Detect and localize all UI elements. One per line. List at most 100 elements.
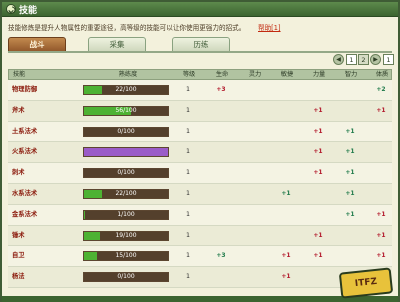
col-strength: 力量 [312,71,326,78]
intro-text: 技能修炼是提升人物属性的重要途径，高等级的技能可以让你使用更强力的招式。 [8,24,246,32]
skill-level: 1 [185,273,190,281]
skill-name: 刺术 [12,169,25,177]
bonus-str: +1 [313,106,323,114]
proficiency-bar: 0/100 [83,272,169,283]
skill-level: 1 [185,252,190,260]
table-row[interactable]: 锤术 19/100 1 +1 +1 [8,225,392,247]
bonus-sta: +1 [376,210,386,218]
bonus-int: +1 [345,148,355,156]
proficiency-text: 1/100 [117,210,135,218]
bonus-agi: +1 [281,252,291,260]
table-row[interactable]: 土系法术 0/100 1 +1 +1 [8,121,392,143]
proficiency-bar: 22/100 [83,85,169,95]
skill-level: 1 [185,189,190,197]
skill-level: 1 [185,210,190,218]
col-mana: 灵力 [248,71,262,78]
skill-level: 1 [185,127,190,135]
bottom-border [2,296,398,302]
proficiency-text: 0/100 [117,127,135,135]
title-bar: 技能 [2,2,398,17]
proficiency-bar: 0/100 [83,168,169,179]
skill-name: 斧术 [12,106,25,114]
skill-level: 1 [185,86,190,93]
skill-name: 自卫 [12,252,25,260]
help-link[interactable]: 帮助[1] [258,22,281,32]
skill-level: 1 [185,231,190,239]
table-row[interactable]: 物理防御 22/100 1 +3 +2 [8,80,392,101]
bonus-sta: +1 [376,231,386,239]
bonus-sta: +2 [376,86,386,93]
skills-table: 技能 熟练度 等级 生命 灵力 敏捷 力量 智力 体质 物理防御 22/100 1 +… [8,69,392,288]
proficiency-text: 0/100 [117,273,135,281]
proficiency-text: 0/100 [117,169,135,177]
bonus-agi: +1 [281,273,291,281]
bonus-int: +1 [345,189,355,197]
proficiency-text: 19/100 [115,231,137,239]
table-header: 技能 熟练度 等级 生命 灵力 敏捷 力量 智力 体质 [8,69,392,80]
skill-name: 土系法术 [12,127,38,135]
bonus-str: +1 [313,252,323,260]
table-row[interactable]: 金系法术 1/100 1 +1 +1 [8,204,392,226]
proficiency-text [84,148,168,156]
skill-name: 物理防御 [12,86,38,93]
next-page-icon[interactable]: ▶ [370,54,381,65]
last-page[interactable]: 1 [383,54,394,65]
bonus-str: +1 [313,127,323,135]
proficiency-bar [83,147,169,158]
bonus-sta: +1 [376,252,386,260]
skills-window: 技能 技能修炼是提升人物属性的重要途径，高等级的技能可以让你使用更强力的招式。 … [0,0,400,302]
skill-level: 1 [185,169,190,177]
bonus-str: +1 [313,231,323,239]
table-row[interactable]: 刺术 0/100 1 +1 +1 [8,163,392,184]
table-row[interactable]: 火系法术 1 +1 +1 [8,142,392,164]
skill-name: 杨法 [12,273,25,281]
skill-level: 1 [185,148,190,156]
proficiency-text: 15/100 [115,252,137,260]
proficiency-text: 22/100 [115,86,137,93]
prev-page-icon[interactable]: ◀ [333,54,344,65]
tab-divider [8,51,392,53]
window-title: 技能 [19,6,38,16]
bonus-str: +1 [313,148,323,156]
page-2[interactable]: 2 [358,54,369,65]
proficiency-text: 22/100 [115,189,137,197]
col-proficiency: 熟练度 [118,71,138,78]
col-agility: 敏捷 [280,71,294,78]
site-watermark-logo: ITFZ [338,267,394,299]
bonus-life: +3 [216,86,226,93]
proficiency-bar: 1/100 [83,209,169,220]
table-row[interactable]: 水系法术 22/100 1 +1 +1 [8,183,392,205]
page-1[interactable]: 1 [346,54,357,65]
col-skill: 技能 [13,71,26,78]
bonus-str: +1 [313,169,323,177]
table-row[interactable]: 自卫 15/100 1 +3 +1 +1 +1 [8,246,392,268]
skill-name: 锤术 [12,231,25,239]
tab-gathering[interactable]: 采集 [88,37,146,52]
tab-combat[interactable]: 战斗 [8,37,66,52]
proficiency-text: 56/100 [115,106,137,114]
tab-experience[interactable]: 历练 [172,37,230,52]
proficiency-bar: 22/100 [83,188,169,199]
col-stamina: 体质 [375,71,389,78]
skill-name: 金系法术 [12,210,38,218]
bonus-int: +1 [345,127,355,135]
table-row[interactable]: 斧术 56/100 1 +1 +1 [8,100,392,122]
bonus-life: +3 [216,252,226,260]
col-level: 等级 [182,71,196,78]
pager: ◀ 1 2 ▶ 1 [2,54,398,66]
proficiency-bar: 56/100 [83,105,169,116]
swirl-icon [6,4,16,14]
proficiency-bar: 15/100 [83,251,169,262]
skill-name: 水系法术 [12,189,38,197]
col-intellect: 智力 [344,71,358,78]
bonus-agi: +1 [281,189,291,197]
skill-level: 1 [185,106,190,114]
bonus-int: +1 [345,169,355,177]
table-body: 物理防御 22/100 1 +3 +2 斧术 56/100 1 +1 +1 土系法术 0/100 1 +1… [8,80,392,288]
table-row[interactable]: 杨法0/1001+1+1 [8,267,392,288]
bonus-int: +1 [345,210,355,218]
skill-name: 火系法术 [12,148,38,156]
proficiency-bar: 0/100 [83,126,169,137]
col-life: 生命 [215,71,229,78]
bonus-sta: +1 [376,106,386,114]
